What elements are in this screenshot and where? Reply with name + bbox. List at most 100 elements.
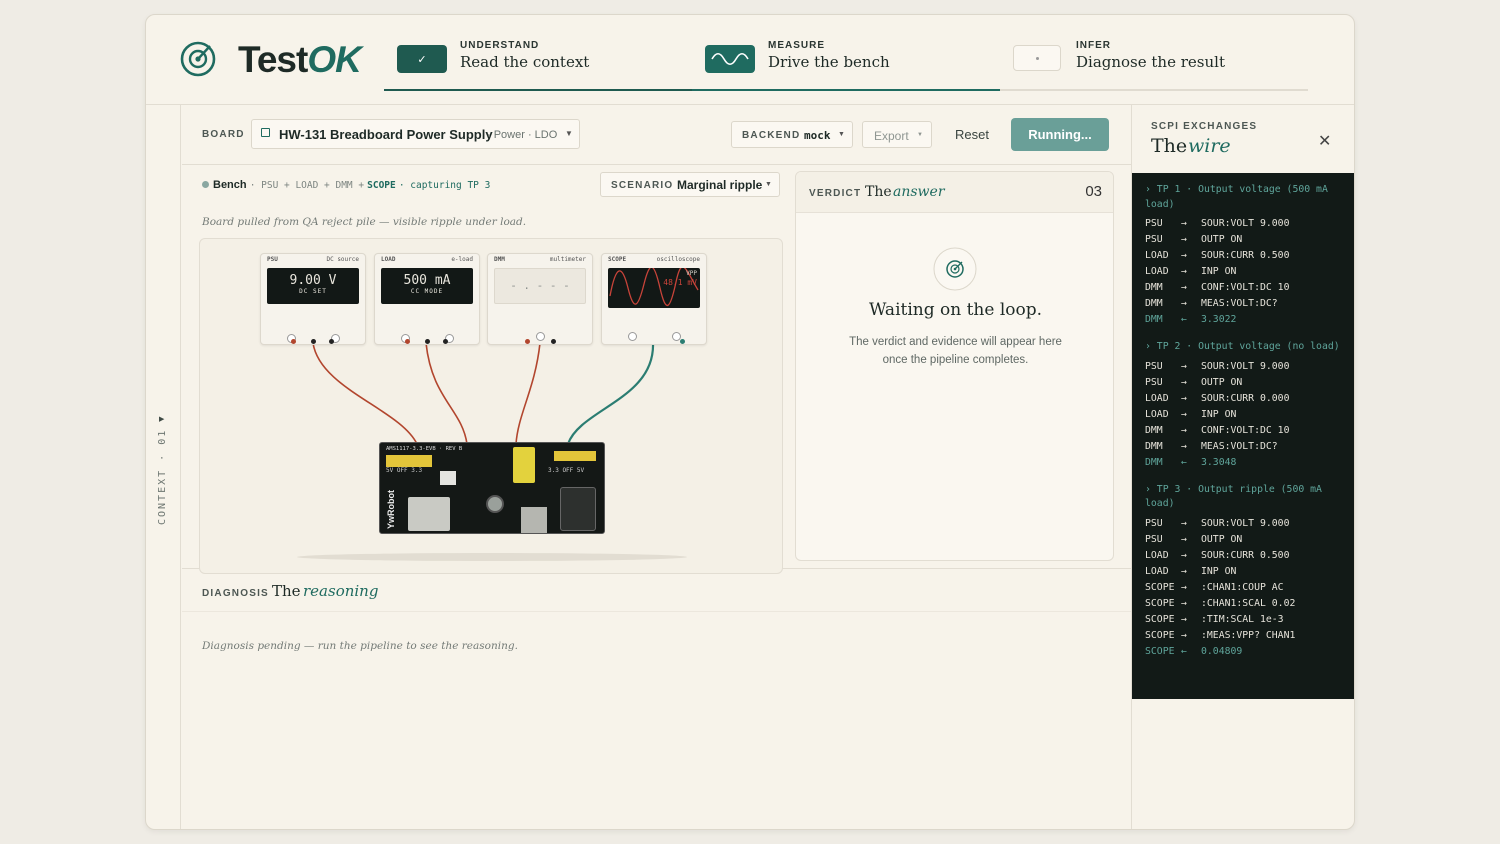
psu-display: 9.00 V DC SET [267,268,359,304]
chip-icon [261,128,270,137]
knob[interactable] [628,332,637,341]
triangle-right-icon: ▶ [159,416,165,423]
dut-board[interactable]: AMS1117-3.3-EVB · REV B 5V OFF 3.3 3.3 O… [379,442,605,534]
diagnosis-title-accent: reasoning [303,582,379,600]
scpi-row: SCOPE →:CHAN1:COUP AC [1145,581,1284,593]
bench-header: Bench · PSU + LOAD + DMM + SCOPE · captu… [202,179,490,191]
diagnosis-section: DIAGNOSIS The reasoning Diagnosis pendin… [182,570,1131,829]
pin-label: 3.3 OFF 5V [548,467,585,474]
scpi-row: DMM → MEAS:VOLT:DC? [1145,298,1278,310]
vpp-reading: 48.1 mV [663,278,697,287]
chevron-down-icon: ▼ [765,181,772,188]
bench-note: Board pulled from QA reject pile — visib… [202,216,527,228]
header-pins [386,455,432,467]
wire-scope [566,342,655,445]
wire-dmm [515,342,541,445]
terminal-black [425,339,430,344]
chevron-down-icon: ▼ [565,129,573,138]
psu-mode: DC SET [299,288,327,295]
terminal-red [525,339,530,344]
tp-block: › TP 2 · Output voltage (no load) PSU → SO… [1145,340,1354,471]
board-silkscreen: AMS1117-3.3-EVB · REV B [386,446,463,452]
chevron-down-icon: ▼ [917,132,923,138]
step-infer[interactable]: INFER Diagnose the result [1000,37,1308,91]
scpi-row: PSU → SOUR:VOLT 9.000 [1145,218,1290,230]
scope-display: VPP 48.1 mV [608,268,700,308]
scpi-row: LOAD → INP ON [1145,565,1237,577]
brand-name: Test [238,39,308,80]
verdict-number: 03 [1085,183,1102,200]
load-reading: 500 mA [403,273,451,288]
backend-selector[interactable]: BACKEND mock ▼ [731,121,853,148]
verdict-heading: Waiting on the loop. [868,300,1043,320]
step-title: Read the context [460,53,590,71]
psu-reading: 9.00 V [289,273,337,288]
dmm-reading: - . - - - [510,279,570,292]
scpi-terminal[interactable]: › TP 1 · Output voltage (500 mA load) PS… [1132,173,1354,699]
load-mode: CC MODE [410,288,444,295]
bench-visual[interactable]: PSU DC source 9.00 V DC SET LOAD e-load 500… [199,238,783,574]
scpi-row: PSU → SOUR:VOLT 9.000 [1145,517,1290,529]
scpi-row: DMM → CONF:VOLT:DC 10 [1145,282,1290,294]
scpi-kicker: SCPI EXCHANGES [1151,121,1258,132]
step-progress-bar [692,89,1000,91]
instrument-header: LOAD e-load [381,256,473,263]
export-label: Export [874,129,909,143]
scpi-panel: SCPI EXCHANGES The wire ✕ › TP 1 · Outpu… [1131,105,1354,829]
scpi-row: LOAD → SOUR:CURR 0.500 [1145,250,1290,262]
tp-block: › TP 3 · Output ripple (500 mA load) PSU… [1145,483,1354,660]
load-display: 500 mA CC MODE [381,268,473,304]
step-measure[interactable]: MEASURE Drive the bench [692,37,1000,91]
vpp-label: VPP [686,270,697,277]
dmm-instrument[interactable]: DMM multimeter - . - - - [487,253,593,345]
toolbar: BOARD HW-131 Breadboard Power Supply · P… [182,105,1131,165]
scenario-selector[interactable]: SCENARIO Marginal ripple ▼ [600,172,780,197]
verdict-title: The [865,184,892,200]
scope-instrument[interactable]: SCOPE oscilloscope VPP 48.1 mV [601,253,707,345]
terminal-teal [680,339,685,344]
terminal-black [311,339,316,344]
dot-icon [1013,45,1061,71]
psu-instrument[interactable]: PSU DC source 9.00 V DC SET [260,253,366,345]
scpi-row: SCOPE →:TIM:SCAL 1e-3 [1145,613,1284,625]
scpi-row: LOAD → INP ON [1145,408,1237,420]
instrument-kind: DC source [326,256,359,263]
diagnosis-label: DIAGNOSIS [202,588,269,599]
brand-name-accent: OK [307,39,361,80]
backend-value: mock [804,129,831,142]
terminal-red [291,339,296,344]
scpi-row: LOAD → SOUR:CURR 0.000 [1145,392,1290,404]
backend-label: BACKEND [742,130,801,141]
power-switch[interactable] [440,471,456,485]
scenario-label: SCENARIO [611,180,674,191]
instrument-kind: e-load [451,256,473,263]
reset-button[interactable]: Reset [955,127,989,142]
scpi-row: SCOPE →:CHAN1:SCAL 0.02 [1145,597,1296,609]
barrel-jack [560,487,596,531]
scpi-row: PSU → SOUR:VOLT 9.000 [1145,360,1290,372]
run-button[interactable]: Running... [1011,118,1109,151]
context-sidebar[interactable]: ▶ CONTEXT · 01 [146,105,181,829]
close-icon[interactable]: ✕ [1318,131,1331,151]
step-kicker: UNDERSTAND [460,40,540,51]
scpi-row: LOAD → INP ON [1145,266,1237,278]
verdict-label: VERDICT [809,188,862,199]
knob[interactable] [536,332,545,341]
tp-title: › TP 2 · Output voltage (no load) [1145,341,1340,353]
brand-logo: TestOK [238,39,362,81]
scpi-row: LOAD → SOUR:CURR 0.500 [1145,549,1290,561]
board-selector[interactable]: HW-131 Breadboard Power Supply · Power ·… [251,119,580,149]
scpi-response-row: DMM ← 3.3048 [1145,456,1237,468]
load-instrument[interactable]: LOAD e-load 500 mA CC MODE [374,253,480,345]
export-button[interactable]: Export ▼ [862,121,932,148]
step-title: Drive the bench [768,53,890,71]
chevron-down-icon: ▼ [838,131,845,138]
diagnosis-header: DIAGNOSIS The reasoning [182,570,1131,612]
tp-title: › TP 1 · Output voltage (500 mA load) [1145,184,1328,210]
instrument-header: DMM multimeter [494,256,586,263]
capturing-status: · capturing TP 3 [398,180,491,191]
scpi-title-accent: wire [1188,135,1231,157]
terminal-red [405,339,410,344]
verdict-panel: VERDICT The answer 03 Waiting on the loo… [795,171,1114,561]
step-understand[interactable]: ✓ UNDERSTAND Read the context [384,37,692,91]
